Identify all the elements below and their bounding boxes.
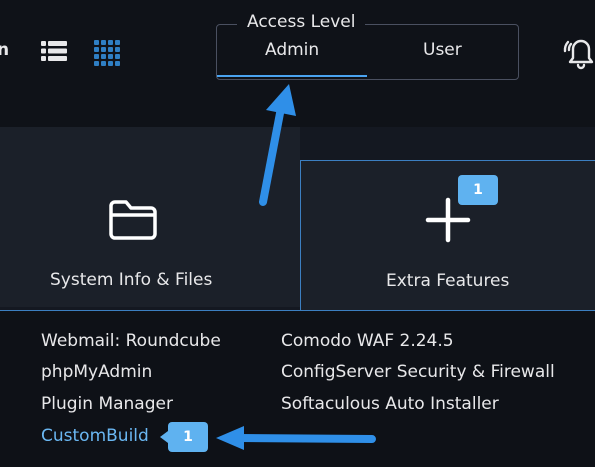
annotation-arrows (216, 84, 376, 450)
arrow-to-admin-tab (259, 84, 296, 206)
arrow-to-custombuild (216, 426, 376, 450)
